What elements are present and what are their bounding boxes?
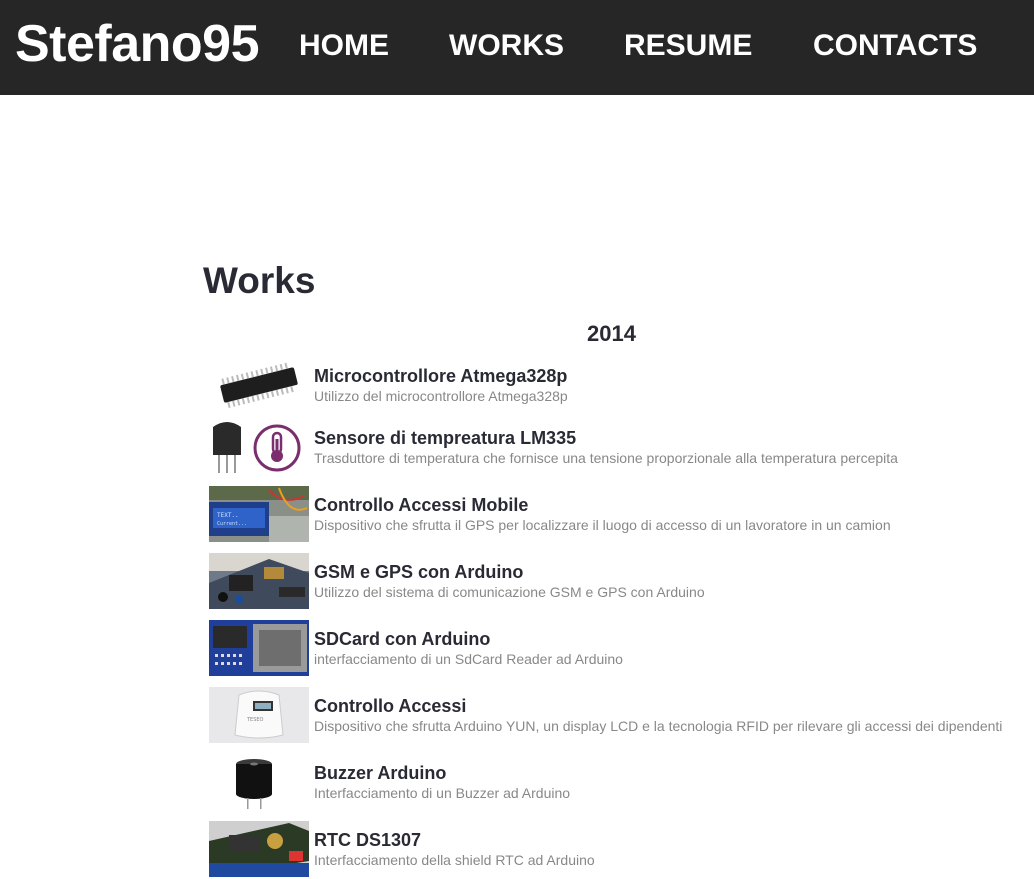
work-description: Utilizzo del sistema di comunicazione GS… [314, 584, 705, 600]
year-heading: 2014 [587, 321, 636, 346]
work-title[interactable]: Buzzer Arduino [314, 762, 446, 784]
svg-text:Current...: Current... [217, 521, 247, 527]
nav-works-link[interactable]: WORKS [449, 28, 564, 64]
work-item-controllo-accessi[interactable]: TESEO Controllo Accessi Dispositivo che … [209, 687, 1029, 745]
temperature-sensor-icon [209, 419, 309, 475]
work-title[interactable]: GSM e GPS con Arduino [314, 561, 523, 583]
work-item-controllo-accessi-mobile[interactable]: TEXT.. Current... Controllo Accessi Mobi… [209, 486, 1029, 544]
atmega-chip-icon [209, 357, 309, 413]
work-description: Dispositivo che sfrutta Arduino YUN, un … [314, 718, 1003, 734]
sdcard-module-photo [209, 620, 309, 676]
work-title[interactable]: RTC DS1307 [314, 829, 421, 851]
buzzer-icon [209, 754, 309, 810]
nav-resume-link[interactable]: RESUME [624, 28, 752, 64]
work-item-sdcard[interactable]: SDCard con Arduino interfacciamento di u… [209, 620, 1029, 678]
work-item-atmega[interactable]: Microcontrollore Atmega328p Utilizzo del… [209, 357, 1029, 415]
work-title[interactable]: Sensore di tempreatura LM335 [314, 427, 576, 449]
work-title[interactable]: SDCard con Arduino [314, 628, 490, 650]
work-description: Dispositivo che sfrutta il GPS per local… [314, 517, 891, 533]
brand-logo[interactable]: Stefano95 [15, 14, 260, 74]
work-description: Utilizzo del microcontrollore Atmega328p [314, 388, 568, 404]
work-description: Interfacciamento di un Buzzer ad Arduino [314, 785, 571, 801]
work-title[interactable]: Controllo Accessi [314, 695, 466, 717]
lcd-board-photo: TEXT.. Current... [209, 486, 309, 542]
page-title: Works [203, 260, 316, 301]
work-description: Interfacciamento della shield RTC ad Ard… [314, 852, 595, 868]
work-item-buzzer[interactable]: Buzzer Arduino Interfacciamento di un Bu… [209, 754, 1029, 812]
svg-text:TEXT..: TEXT.. [217, 512, 239, 519]
svg-text:TESEO: TESEO [246, 717, 264, 723]
work-description: Trasduttore di temperatura che fornisce … [314, 450, 898, 466]
work-title[interactable]: Microcontrollore Atmega328p [314, 365, 567, 387]
nav-contacts-link[interactable]: CONTACTS [813, 28, 977, 64]
work-item-gsm-gps[interactable]: GSM e GPS con Arduino Utilizzo del siste… [209, 553, 1029, 611]
work-item-lm335[interactable]: Sensore di tempreatura LM335 Trasduttore… [209, 419, 1029, 477]
work-item-rtc[interactable]: RTC DS1307 Interfacciamento della shield… [209, 821, 1029, 879]
work-title[interactable]: Controllo Accessi Mobile [314, 494, 528, 516]
rtc-shield-photo [209, 821, 309, 877]
gsm-gps-board-photo [209, 553, 309, 609]
nav-home-link[interactable]: HOME [299, 28, 389, 64]
access-terminal-photo: TESEO [209, 687, 309, 743]
work-description: interfacciamento di un SdCard Reader ad … [314, 651, 623, 667]
navbar: Stefano95 HOME WORKS RESUME CONTACTS [0, 0, 1034, 95]
